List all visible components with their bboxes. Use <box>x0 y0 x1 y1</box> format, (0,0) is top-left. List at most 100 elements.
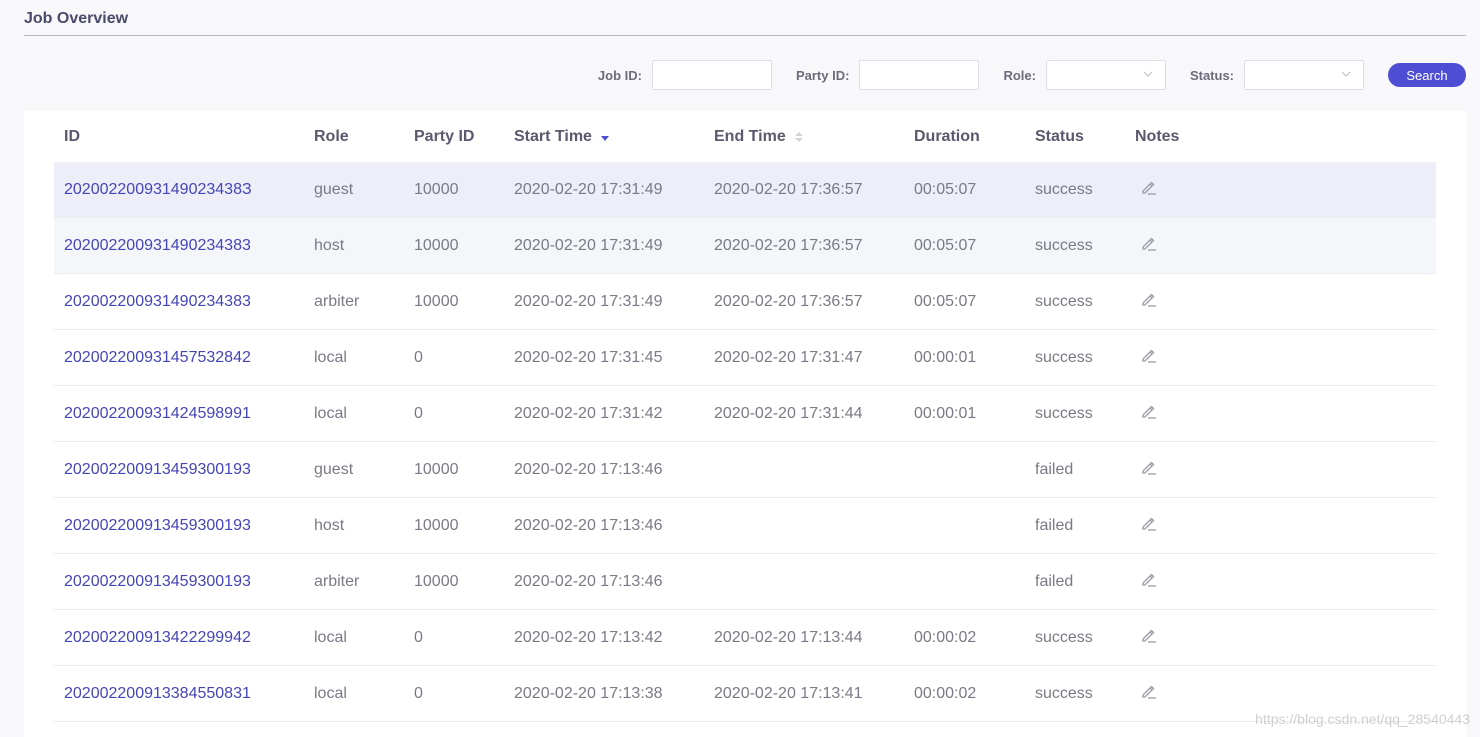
job-id-input[interactable] <box>651 60 772 90</box>
duration-cell: 00:05:07 <box>914 180 977 198</box>
job-id-link[interactable]: 202002200913422299942 <box>54 629 304 647</box>
role-select[interactable] <box>1045 60 1166 90</box>
table-row: 202002200913459300193 arbiter 10000 2020… <box>54 554 1436 610</box>
party-id-input[interactable] <box>859 60 980 90</box>
party-id-cell: 10000 <box>414 572 459 590</box>
party-id-cell: 10000 <box>414 292 459 310</box>
start-time-cell: 2020-02-20 17:13:38 <box>514 684 663 702</box>
jobs-table: ID Role Party ID Start Time End Time Dur… <box>24 111 1466 737</box>
job-id-link[interactable]: 202002200931424598991 <box>54 405 304 423</box>
job-id-link[interactable]: 202002200931490234383 <box>54 293 304 311</box>
role-cell: host <box>314 516 345 534</box>
table-header: ID Role Party ID Start Time End Time Dur… <box>54 111 1436 162</box>
job-id-link[interactable]: 202002200931457532842 <box>54 349 304 367</box>
party-id-cell: 0 <box>414 684 423 702</box>
party-id-cell: 10000 <box>414 180 459 198</box>
status-cell: success <box>1035 236 1093 254</box>
start-time-cell: 2020-02-20 17:31:49 <box>514 180 663 198</box>
edit-icon[interactable] <box>1139 625 1159 645</box>
start-time-cell: 2020-02-20 17:31:45 <box>514 348 663 366</box>
party-id-cell: 10000 <box>414 516 459 534</box>
column-label: Role <box>314 127 349 145</box>
status-select[interactable] <box>1244 60 1364 90</box>
column-header-duration: Duration <box>904 128 1025 146</box>
job-id-link[interactable]: 20200220093149023438З <box>54 181 304 199</box>
end-time-cell: 2020-02-20 17:36:57 <box>714 180 863 198</box>
party-id-label: Party ID: <box>795 67 850 83</box>
table-row: 202002200913422299942 local 0 2020-02-20… <box>54 610 1436 666</box>
filter-bar: Job ID: Party ID: Role: Status: Search <box>598 60 1466 90</box>
chevron-down-icon <box>1143 71 1153 77</box>
edit-icon[interactable] <box>1139 457 1159 477</box>
column-header-party-id: Party ID <box>404 128 504 146</box>
table-row: 202002200931490234383 arbiter 10000 2020… <box>54 274 1436 330</box>
duration-cell: 00:00:02 <box>914 628 977 646</box>
end-time-cell: 2020-02-20 17:31:47 <box>714 348 863 366</box>
party-id-cell: 0 <box>414 348 423 366</box>
party-id-cell: 10000 <box>414 460 459 478</box>
start-time-cell: 2020-02-20 17:31:42 <box>514 404 663 422</box>
edit-icon[interactable] <box>1139 569 1159 589</box>
duration-cell: 00:05:07 <box>914 292 977 310</box>
status-cell: success <box>1035 348 1093 366</box>
role-cell: arbiter <box>314 292 360 310</box>
notes-cell <box>1125 681 1225 706</box>
edit-icon[interactable] <box>1139 345 1159 365</box>
job-id-link[interactable]: 202002200913459300193 <box>54 461 304 479</box>
watermark: https://blog.csdn.net/qq_28540443 <box>1255 711 1470 727</box>
start-time-cell: 2020-02-20 17:13:46 <box>514 460 663 478</box>
edit-icon[interactable] <box>1139 289 1159 309</box>
job-id-link[interactable]: 202002200913459300193 <box>54 517 304 535</box>
party-id-cell: 0 <box>414 404 423 422</box>
chevron-down-icon <box>1341 71 1351 77</box>
notes-cell <box>1125 289 1225 314</box>
start-time-cell: 2020-02-20 17:31:49 <box>514 236 663 254</box>
start-time-cell: 2020-02-20 17:31:49 <box>514 292 663 310</box>
role-cell: host <box>314 236 345 254</box>
notes-cell <box>1125 345 1225 370</box>
status-cell: success <box>1035 684 1093 702</box>
sort-descending-icon[interactable] <box>600 130 610 144</box>
start-time-cell: 2020-02-20 17:13:46 <box>514 516 663 534</box>
notes-cell <box>1125 233 1225 258</box>
end-time-cell: 2020-02-20 17:36:57 <box>714 236 863 254</box>
column-header-end-time[interactable]: End Time <box>704 128 904 146</box>
table-row: 202002200931424598991 local 0 2020-02-20… <box>54 386 1436 442</box>
duration-cell: 00:00:01 <box>914 348 977 366</box>
edit-icon[interactable] <box>1139 233 1159 253</box>
table-row: 202002200931457532842 local 0 2020-02-20… <box>54 330 1436 386</box>
job-id-link[interactable]: 202002200931490234383 <box>54 237 304 255</box>
job-id-link[interactable]: 202002200913384550831 <box>54 685 304 703</box>
status-label: Status: <box>1189 67 1234 83</box>
notes-cell <box>1125 569 1225 594</box>
duration-cell: 00:05:07 <box>914 236 977 254</box>
job-id-link[interactable]: 202002200913459300193 <box>54 573 304 591</box>
sort-icon[interactable] <box>794 130 804 144</box>
notes-cell <box>1125 177 1225 202</box>
end-time-cell: 2020-02-20 17:31:44 <box>714 404 863 422</box>
role-cell: arbiter <box>314 572 360 590</box>
notes-cell <box>1125 513 1225 538</box>
edit-icon[interactable] <box>1139 681 1159 701</box>
edit-icon[interactable] <box>1139 513 1159 533</box>
column-header-start-time[interactable]: Start Time <box>504 128 704 146</box>
column-label: Start Time <box>514 127 592 145</box>
column-header-id: ID <box>54 128 304 146</box>
search-button[interactable]: Search <box>1388 63 1466 87</box>
table-row: 202002200913459300193 guest 10000 2020-0… <box>54 442 1436 498</box>
end-time-cell: 2020-02-20 17:36:57 <box>714 292 863 310</box>
end-time-cell: 2020-02-20 17:13:44 <box>714 628 863 646</box>
duration-cell: 00:00:01 <box>914 404 977 422</box>
role-cell: local <box>314 684 347 702</box>
edit-icon[interactable] <box>1139 401 1159 421</box>
table-row: 20200220093149023438З guest 10000 2020-0… <box>54 162 1436 218</box>
status-cell: success <box>1035 628 1093 646</box>
notes-cell <box>1125 457 1225 482</box>
status-cell: failed <box>1035 516 1074 534</box>
table-row: 202002200913384550831 local 0 2020-02-20… <box>54 666 1436 722</box>
end-time-cell: 2020-02-20 17:13:41 <box>714 684 863 702</box>
edit-icon[interactable] <box>1139 177 1159 197</box>
column-label: Party ID <box>414 127 475 145</box>
column-header-notes: Notes <box>1125 128 1225 146</box>
column-label: Notes <box>1135 127 1180 145</box>
